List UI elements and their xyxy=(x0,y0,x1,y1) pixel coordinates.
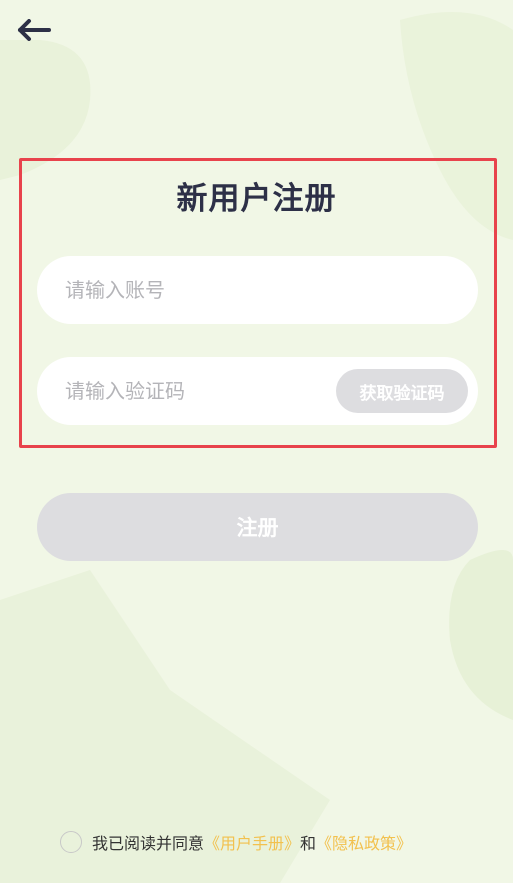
agreement-prefix: 我已阅读并同意 xyxy=(92,834,205,853)
agreement-conjunction: 和 xyxy=(300,834,317,853)
verification-code-input[interactable] xyxy=(65,357,335,425)
privacy-policy-link[interactable]: 《隐私政策》 xyxy=(316,830,412,854)
page-title: 新用户注册 xyxy=(176,181,337,217)
arrow-left-icon xyxy=(18,19,51,41)
agree-checkbox[interactable] xyxy=(60,831,82,853)
account-field-container xyxy=(37,256,478,324)
account-input[interactable] xyxy=(65,256,455,324)
register-button[interactable]: 注册 xyxy=(37,493,478,561)
code-field-container: 获取验证码 xyxy=(37,357,478,425)
get-code-button[interactable]: 获取验证码 xyxy=(336,369,468,413)
agreement-row: 我已阅读并同意 《用户手册》 和 《隐私政策》 xyxy=(60,830,412,854)
back-button[interactable] xyxy=(14,14,54,46)
user-manual-link[interactable]: 《用户手册》 xyxy=(204,830,300,854)
